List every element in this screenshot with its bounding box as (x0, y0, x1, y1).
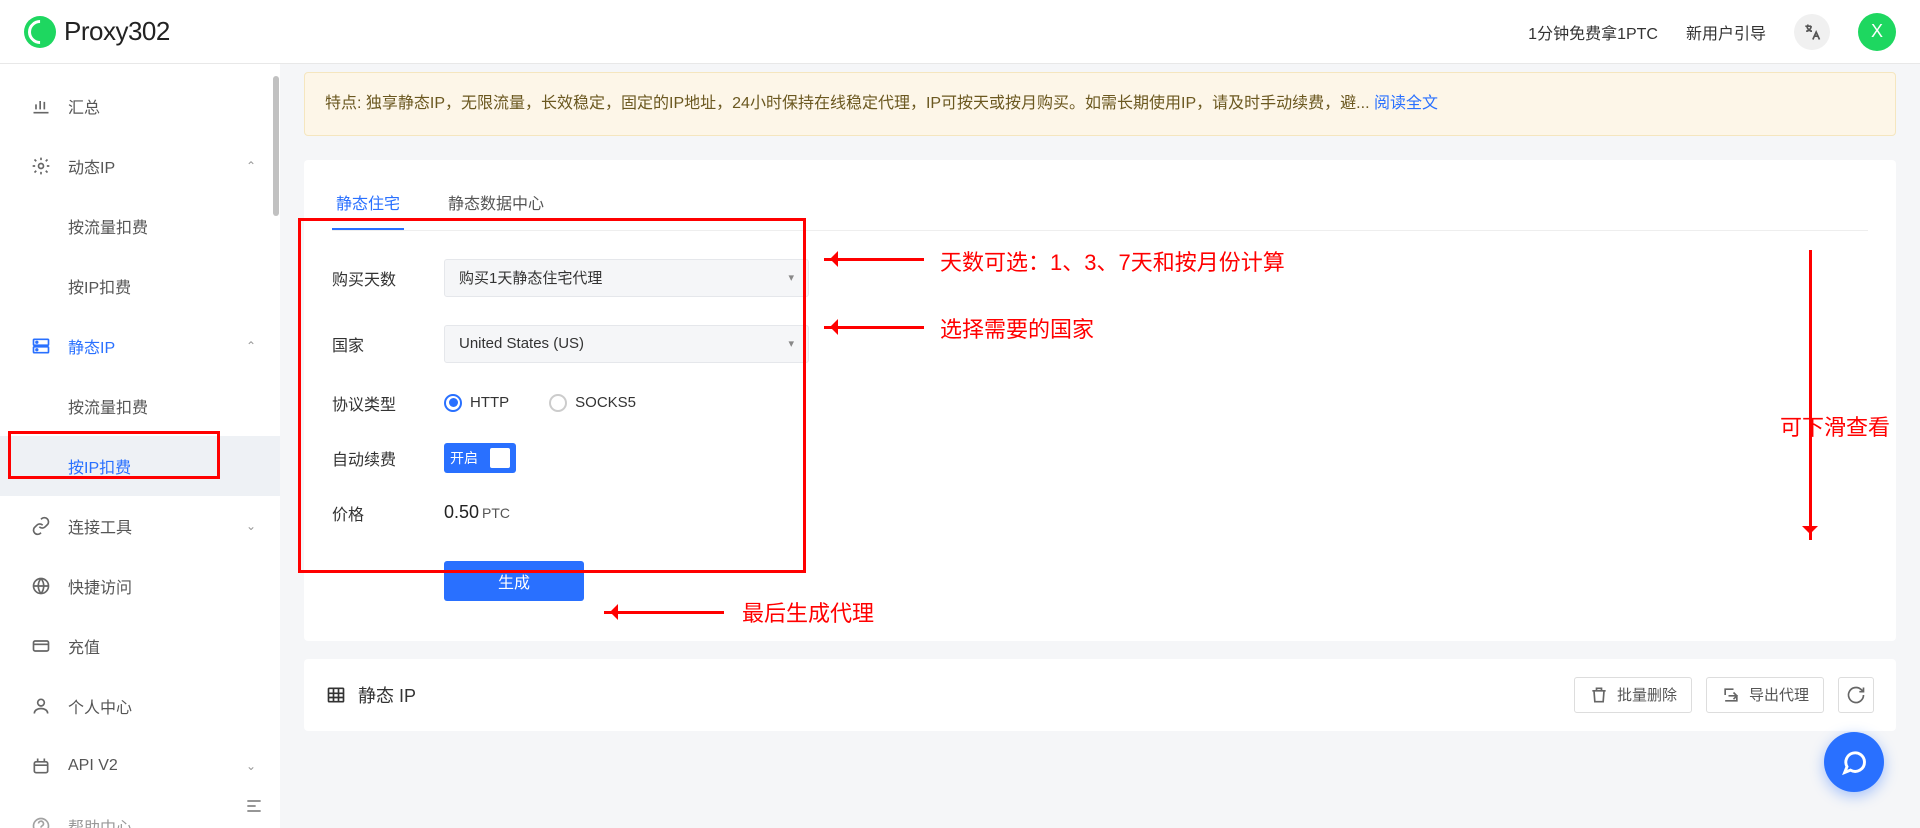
globe-icon (30, 575, 52, 597)
annotation-arrow (604, 611, 724, 614)
toggle-knob (490, 448, 510, 468)
logo-text: Proxy302 (64, 16, 170, 47)
main-content: 特点: 独享静态IP，无限流量，长效稳定，固定的IP地址，24小时保持在线稳定代… (280, 64, 1920, 828)
api-icon (30, 755, 52, 777)
bulk-delete-button[interactable]: 批量删除 (1574, 677, 1692, 713)
select-country[interactable]: United States (US) ▾ (444, 325, 809, 363)
link-icon (30, 515, 52, 537)
collapse-icon (244, 796, 264, 816)
notice-banner: 特点: 独享静态IP，无限流量，长效稳定，固定的IP地址，24小时保持在线稳定代… (304, 72, 1896, 136)
tab-static-residential[interactable]: 静态住宅 (332, 180, 404, 230)
chat-button[interactable] (1824, 732, 1884, 792)
notice-read-more-link[interactable]: 阅读全文 (1374, 95, 1438, 112)
trash-icon (1589, 685, 1609, 705)
gear-icon (30, 155, 52, 177)
chevron-up-icon: ⌃ (246, 159, 256, 173)
label-auto-renew: 自动续费 (332, 446, 420, 470)
header-actions: 1分钟免费拿1PTC 新用户引导 X (1528, 13, 1896, 51)
nav-dynamic-by-ip[interactable]: 按IP扣费 (0, 256, 280, 316)
link-user-guide[interactable]: 新用户引导 (1686, 20, 1766, 44)
nav-summary[interactable]: 汇总 (0, 76, 280, 136)
label-price: 价格 (332, 501, 420, 525)
sidebar: 汇总 动态IP ⌃ 按流量扣费 按IP扣费 静态IP ⌃ 按流量扣费 按IP扣费… (0, 64, 280, 828)
server-icon (30, 335, 52, 357)
ip-table-card: 静态 IP 批量删除 导出代理 (304, 659, 1896, 731)
export-icon (1721, 685, 1741, 705)
link-free-ptc[interactable]: 1分钟免费拿1PTC (1528, 20, 1658, 44)
nav-static-ip[interactable]: 静态IP ⌃ (0, 316, 280, 376)
price-value: 0.50 (444, 502, 479, 522)
radio-socks5[interactable]: SOCKS5 (549, 394, 636, 412)
annotation-arrow-down (1809, 250, 1812, 540)
chevron-down-icon: ▾ (788, 337, 794, 350)
nav-dynamic-ip[interactable]: 动态IP ⌃ (0, 136, 280, 196)
refresh-button[interactable] (1838, 677, 1874, 713)
price-unit: PTC (482, 505, 510, 521)
radio-icon (444, 394, 462, 412)
label-purchase-days: 购买天数 (332, 266, 420, 290)
notice-prefix: 特点: (325, 95, 366, 112)
row-purchase-days: 购买天数 购买1天静态住宅代理 ▾ (332, 259, 1868, 297)
nav-recharge[interactable]: 充值 (0, 616, 280, 676)
radio-icon (549, 394, 567, 412)
annotation-arrow (824, 326, 924, 329)
translate-icon (1802, 22, 1822, 42)
notice-text: 独享静态IP，无限流量，长效稳定，固定的IP地址，24小时保持在线稳定代理，IP… (366, 95, 1374, 112)
refresh-icon (1846, 685, 1866, 705)
annotation-arrow (824, 258, 924, 261)
logo[interactable]: Proxy302 (24, 16, 170, 48)
nav-dynamic-by-traffic[interactable]: 按流量扣费 (0, 196, 280, 256)
nav-help[interactable]: 帮助中心 (0, 796, 280, 828)
chevron-down-icon: ⌄ (246, 519, 256, 533)
label-protocol: 协议类型 (332, 391, 420, 415)
chart-icon (30, 95, 52, 117)
row-auto-renew: 自动续费 开启 (332, 443, 1868, 473)
chat-icon (1840, 748, 1868, 776)
nav-quick-access[interactable]: 快捷访问 (0, 556, 280, 616)
sidebar-collapse-button[interactable] (240, 792, 268, 820)
header: Proxy302 1分钟免费拿1PTC 新用户引导 X (0, 0, 1920, 64)
export-button[interactable]: 导出代理 (1706, 677, 1824, 713)
row-protocol: 协议类型 HTTP SOCKS5 (332, 391, 1868, 415)
radio-http[interactable]: HTTP (444, 394, 509, 412)
label-country: 国家 (332, 332, 420, 356)
sidebar-scrollbar[interactable] (272, 76, 280, 828)
nav-profile[interactable]: 个人中心 (0, 676, 280, 736)
chevron-down-icon: ⌄ (246, 759, 256, 773)
tab-static-datacenter[interactable]: 静态数据中心 (444, 180, 548, 230)
toggle-auto-renew[interactable]: 开启 (444, 443, 516, 473)
help-icon (30, 815, 52, 828)
chevron-down-icon: ▾ (788, 271, 794, 284)
select-purchase-days[interactable]: 购买1天静态住宅代理 ▾ (444, 259, 809, 297)
annotation-generate: 最后生成代理 (742, 596, 874, 628)
generate-button[interactable]: 生成 (444, 561, 584, 601)
card-icon (30, 635, 52, 657)
avatar[interactable]: X (1858, 13, 1896, 51)
chevron-up-icon: ⌃ (246, 339, 256, 353)
nav-static-by-traffic[interactable]: 按流量扣费 (0, 376, 280, 436)
config-card: 静态住宅 静态数据中心 购买天数 购买1天静态住宅代理 ▾ 国家 United … (304, 160, 1896, 641)
table-icon (326, 685, 346, 705)
table-title: 静态 IP (326, 682, 416, 708)
nav-static-by-ip[interactable]: 按IP扣费 (0, 436, 280, 496)
row-price: 价格 0.50PTC (332, 501, 1868, 525)
logo-icon (24, 16, 56, 48)
user-icon (30, 695, 52, 717)
tabs: 静态住宅 静态数据中心 (332, 180, 1868, 231)
nav-conn-tool[interactable]: 连接工具 ⌄ (0, 496, 280, 556)
translate-button[interactable] (1794, 14, 1830, 50)
row-country: 国家 United States (US) ▾ (332, 325, 1868, 363)
nav-api-v2[interactable]: API V2 ⌄ (0, 736, 280, 796)
